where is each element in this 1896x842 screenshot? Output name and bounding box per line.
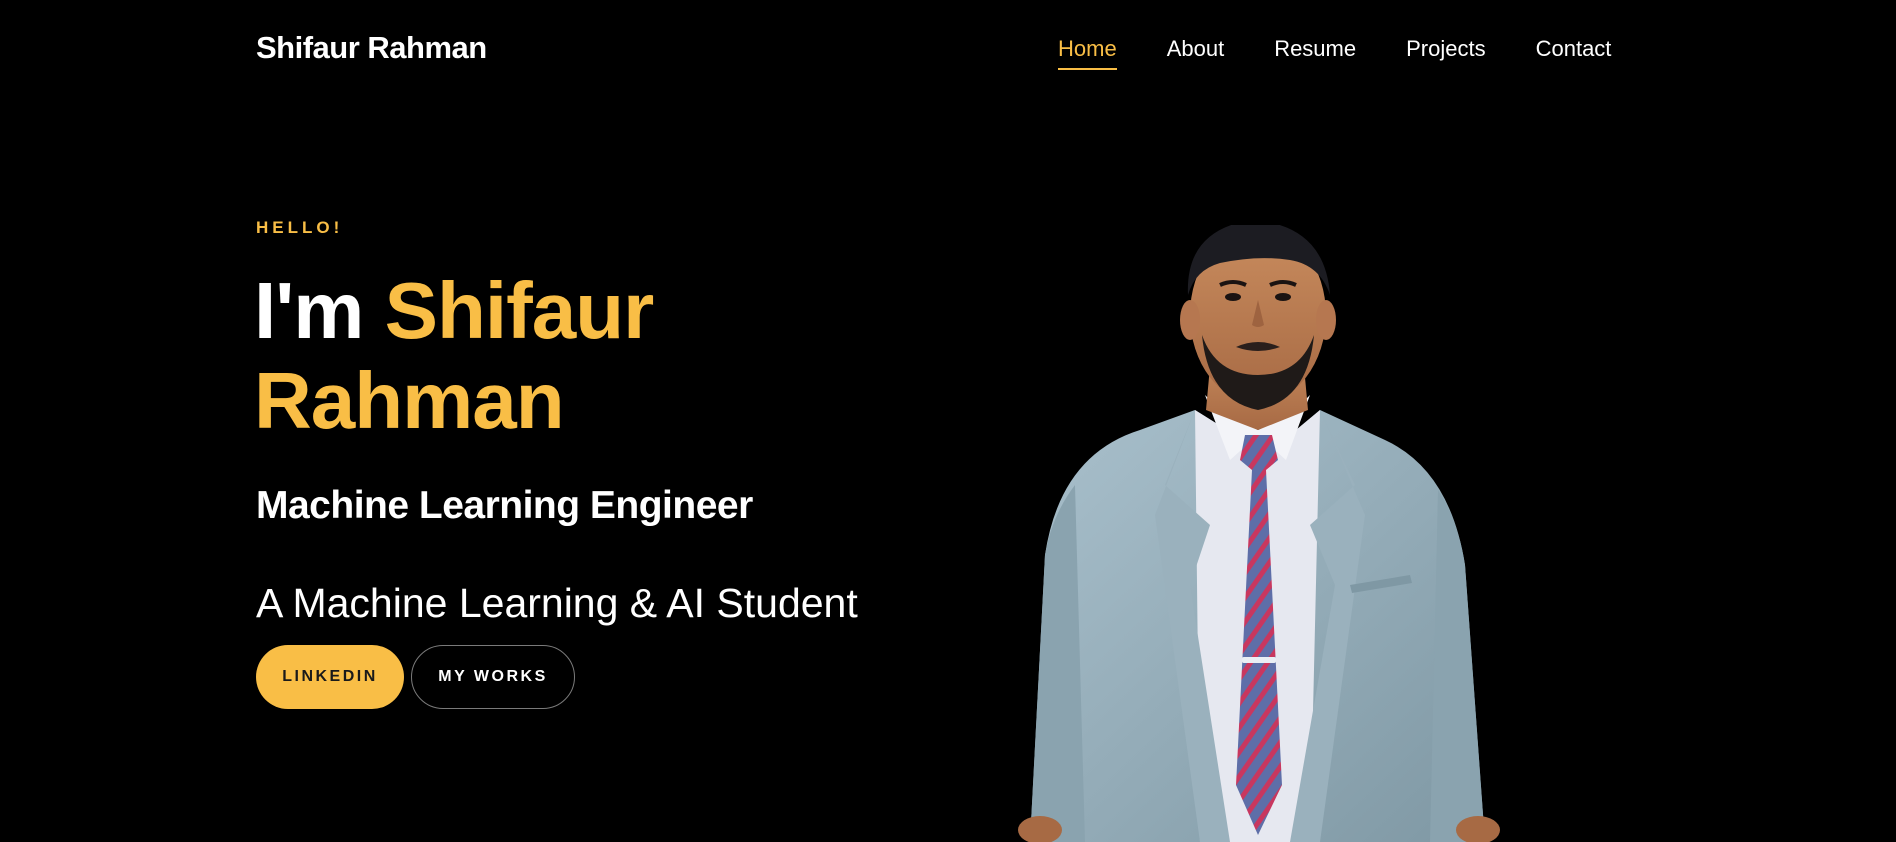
- hero-role: Machine Learning Engineer: [256, 484, 753, 527]
- main-nav: Home About Resume Projects Contact: [1058, 36, 1612, 70]
- linkedin-button[interactable]: LINKEDIN: [256, 645, 404, 709]
- hero-title: I'm Shifaur Rahman: [254, 266, 894, 446]
- hero-tagline: A Machine Learning & AI Student: [256, 580, 858, 626]
- nav-item-about[interactable]: About: [1167, 36, 1225, 68]
- my-works-button[interactable]: MY WORKS: [411, 645, 575, 709]
- hero-title-prefix: I'm: [254, 266, 364, 355]
- nav-item-projects[interactable]: Projects: [1406, 36, 1485, 68]
- nav-item-contact[interactable]: Contact: [1536, 36, 1612, 68]
- person-portrait-icon: [1018, 225, 1500, 842]
- hero-title-name-last: Rahman: [254, 356, 565, 445]
- nav-item-home[interactable]: Home: [1058, 36, 1117, 70]
- site-brand[interactable]: Shifaur Rahman: [256, 30, 487, 66]
- nav-item-resume[interactable]: Resume: [1274, 36, 1356, 68]
- page: Shifaur Rahman Home About Resume Project…: [0, 0, 1896, 842]
- hero-greeting: HELLO!: [256, 218, 344, 237]
- hero-title-name-first: Shifaur: [384, 266, 655, 355]
